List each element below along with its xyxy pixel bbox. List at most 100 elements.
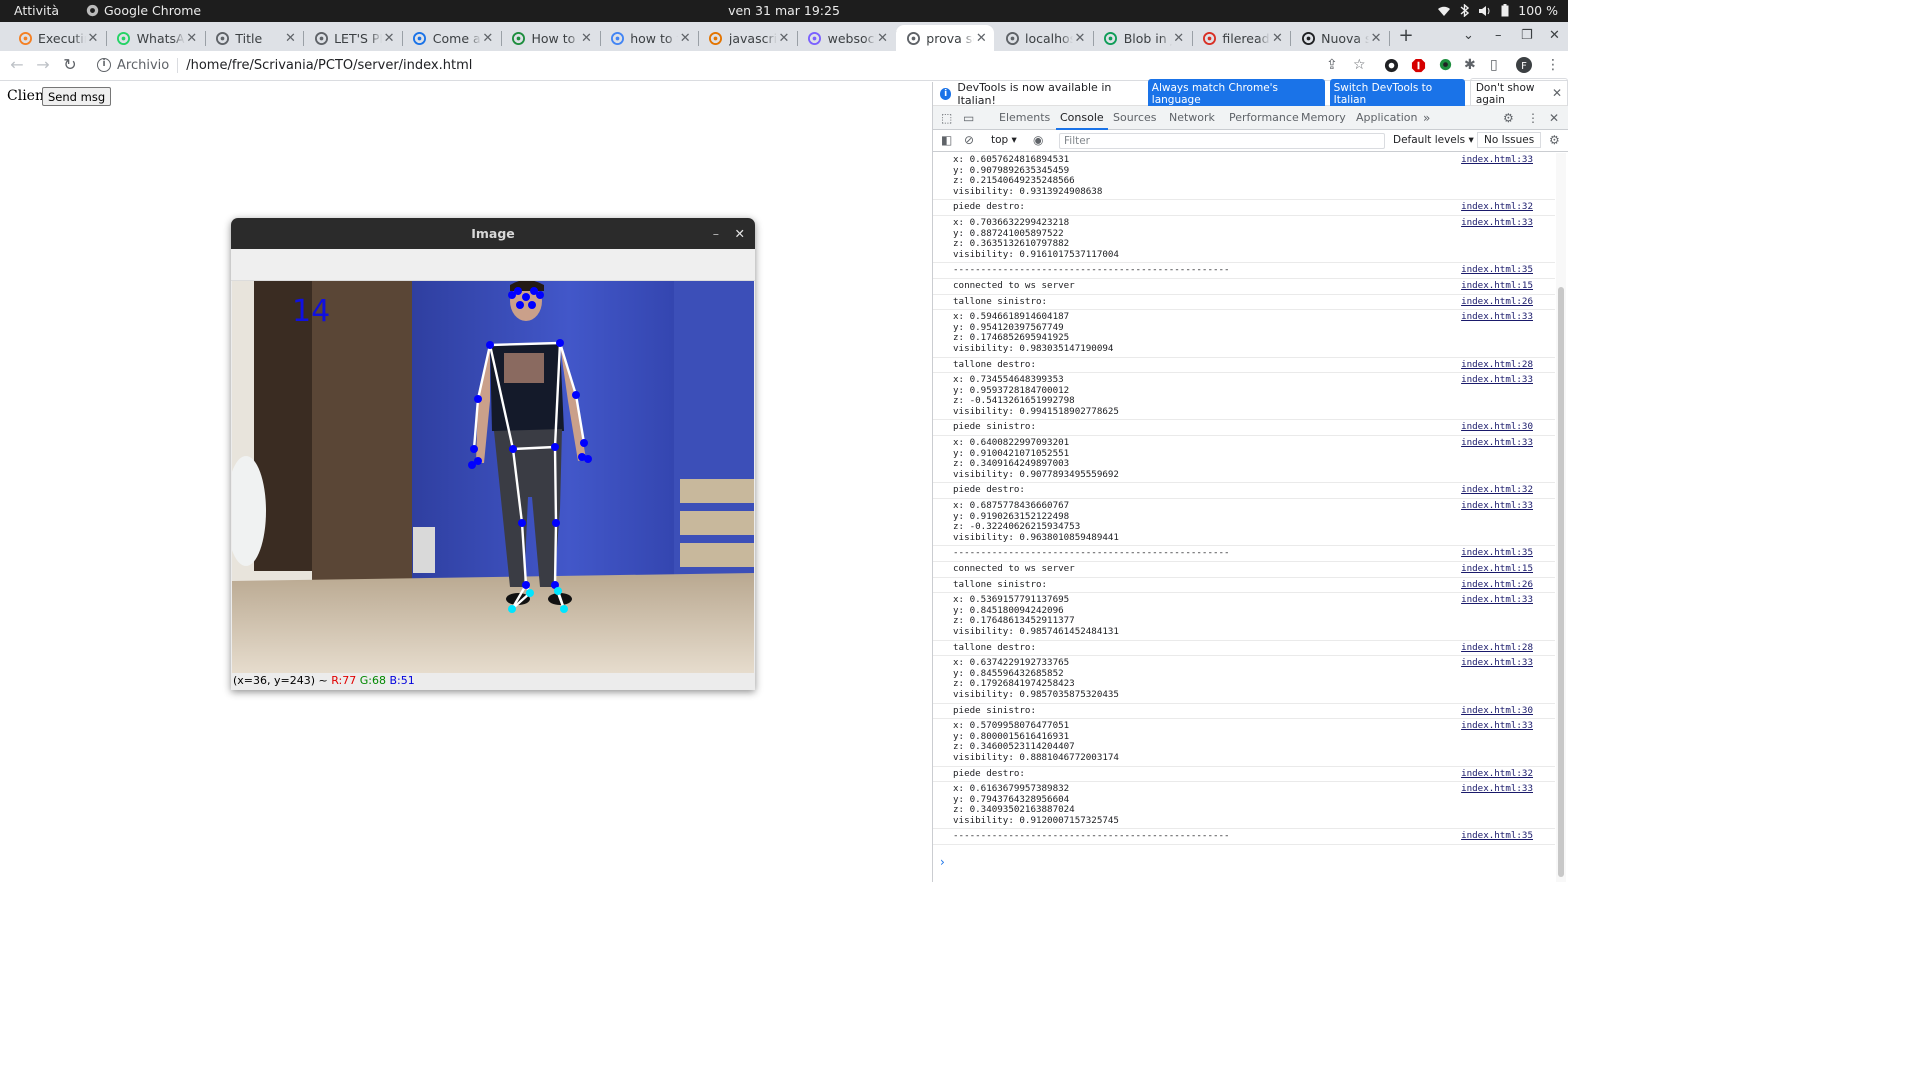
console-scrollbar[interactable] xyxy=(1556,153,1566,882)
tab-search-icon[interactable]: ⌄ xyxy=(1463,28,1474,43)
console-prompt-icon[interactable]: › xyxy=(940,855,945,869)
tab-2[interactable]: WhatsA ✕ xyxy=(107,25,206,51)
console-source-link[interactable]: index.html:15 xyxy=(1461,563,1533,575)
scrollbar-thumb[interactable] xyxy=(1558,287,1564,877)
vpn-extension-icon[interactable] xyxy=(1438,58,1453,73)
console-source-link[interactable]: index.html:26 xyxy=(1461,296,1533,308)
back-icon[interactable]: ← xyxy=(8,56,26,74)
tab-application[interactable]: Application xyxy=(1352,106,1421,130)
console-source-link[interactable]: index.html:35 xyxy=(1461,265,1533,276)
close-tab-icon[interactable]: ✕ xyxy=(678,31,692,46)
image-window-titlebar[interactable]: Image – ✕ xyxy=(231,218,755,249)
console-source-link[interactable]: index.html:33 xyxy=(1461,500,1533,512)
status-menu[interactable]: 100 % xyxy=(1437,3,1558,18)
tab-4[interactable]: LET'S PL ✕ xyxy=(304,25,404,51)
console-source-link[interactable]: index.html:30 xyxy=(1461,422,1533,433)
close-icon[interactable]: ✕ xyxy=(735,218,745,249)
tab-7[interactable]: how to f ✕ xyxy=(600,25,700,51)
profile-avatar[interactable]: F xyxy=(1515,56,1533,74)
console-output[interactable]: x: 0.6057624816894531 y: 0.90798926353454… xyxy=(933,153,1555,882)
tab-console[interactable]: Console xyxy=(1056,106,1108,130)
sidebar-toggle-icon[interactable]: ◧ xyxy=(941,133,952,147)
settings-gear-icon[interactable]: ⚙ xyxy=(1503,111,1514,125)
tab-14[interactable]: Nuova s ✕ xyxy=(1291,25,1391,51)
tab-13[interactable]: fileread ✕ xyxy=(1192,25,1292,51)
tab-12[interactable]: Blob in J ✕ xyxy=(1094,25,1193,51)
console-source-link[interactable]: index.html:33 xyxy=(1461,595,1533,606)
console-source-link[interactable]: index.html:35 xyxy=(1461,831,1533,842)
match-language-button[interactable]: Always match Chrome's language xyxy=(1147,78,1325,109)
forward-icon[interactable]: → xyxy=(34,56,52,74)
console-source-link[interactable]: index.html:26 xyxy=(1461,579,1533,591)
close-tab-icon[interactable]: ✕ xyxy=(580,31,594,46)
close-tab-icon[interactable]: ✕ xyxy=(876,31,890,46)
console-source-link[interactable]: index.html:32 xyxy=(1461,768,1533,780)
url-text[interactable]: /home/fre/Scrivania/PCTO/server/index.ht… xyxy=(186,58,472,73)
console-source-link[interactable]: index.html:33 xyxy=(1461,721,1533,732)
adblock-icon[interactable] xyxy=(1411,58,1426,73)
tab-11[interactable]: localhos ✕ xyxy=(995,25,1094,51)
console-source-link[interactable]: index.html:32 xyxy=(1461,485,1533,496)
console-source-link[interactable]: index.html:15 xyxy=(1461,280,1533,292)
inspect-element-icon[interactable]: ⬚ xyxy=(941,111,952,125)
console-source-link[interactable]: index.html:33 xyxy=(1461,437,1533,449)
live-expression-eye-icon[interactable]: ◉ xyxy=(1033,133,1043,147)
console-source-link[interactable]: index.html:35 xyxy=(1461,548,1533,559)
close-infobar-icon[interactable]: ✕ xyxy=(1552,86,1562,100)
image-window[interactable]: Image – ✕ 14 (x=36, y=243) ~ R:77 G:68 B… xyxy=(231,218,755,690)
site-info-icon[interactable]: i xyxy=(97,58,111,72)
share-icon[interactable]: ⇪ xyxy=(1326,57,1338,73)
side-panel-icon[interactable]: ▯ xyxy=(1490,57,1498,73)
menu-kebab-icon[interactable]: ⋮ xyxy=(1546,57,1560,73)
close-window-icon[interactable]: ✕ xyxy=(1549,28,1560,43)
restore-icon[interactable]: ❐ xyxy=(1521,28,1533,43)
tab-10[interactable]: prova sc ✕ xyxy=(896,25,995,51)
console-source-link[interactable]: index.html:33 xyxy=(1461,154,1533,166)
close-tab-icon[interactable]: ✕ xyxy=(382,31,396,46)
close-tab-icon[interactable]: ✕ xyxy=(481,31,495,46)
more-tabs-icon[interactable]: » xyxy=(1423,111,1430,125)
close-tab-icon[interactable]: ✕ xyxy=(86,31,100,46)
console-source-link[interactable]: index.html:30 xyxy=(1461,705,1533,717)
tab-network[interactable]: Network xyxy=(1165,106,1219,130)
tab-sources[interactable]: Sources xyxy=(1109,106,1161,130)
tab-6[interactable]: How to ✕ xyxy=(502,25,601,51)
console-filter-input[interactable]: Filter xyxy=(1059,133,1385,149)
context-selector[interactable]: top ▾ xyxy=(991,134,1017,146)
close-tab-icon[interactable]: ✕ xyxy=(1369,31,1383,46)
log-levels-dropdown[interactable]: Default levels ▾ xyxy=(1393,134,1474,146)
console-source-link[interactable]: index.html:33 xyxy=(1461,217,1533,229)
reload-icon[interactable]: ↻ xyxy=(61,56,79,74)
new-tab-button[interactable]: + xyxy=(1396,27,1416,45)
close-devtools-icon[interactable]: ✕ xyxy=(1549,111,1559,125)
tab-1[interactable]: Executin✕ xyxy=(8,25,107,51)
console-source-link[interactable]: index.html:32 xyxy=(1461,202,1533,213)
bookmark-star-icon[interactable]: ☆ xyxy=(1353,57,1366,73)
console-source-link[interactable]: index.html:33 xyxy=(1461,658,1533,669)
close-tab-icon[interactable]: ✕ xyxy=(777,31,791,46)
close-tab-icon[interactable]: ✕ xyxy=(1073,31,1087,46)
close-tab-icon[interactable]: ✕ xyxy=(185,31,199,46)
issues-counter[interactable]: No Issues xyxy=(1477,132,1542,148)
clear-console-icon[interactable]: ⊘ xyxy=(964,133,974,147)
device-toolbar-icon[interactable]: ▭ xyxy=(963,111,974,125)
minimize-icon[interactable]: – xyxy=(713,218,719,249)
console-source-link[interactable]: index.html:33 xyxy=(1461,374,1533,386)
extension-icon[interactable] xyxy=(1384,58,1399,73)
send-msg-button[interactable]: Send msg xyxy=(42,87,112,106)
console-source-link[interactable]: index.html:33 xyxy=(1461,783,1533,795)
console-source-link[interactable]: index.html:28 xyxy=(1461,359,1533,371)
console-settings-icon[interactable]: ⚙ xyxy=(1549,133,1560,147)
close-tab-icon[interactable]: ✕ xyxy=(1270,31,1284,46)
extensions-puzzle-icon[interactable]: ✱ xyxy=(1464,57,1476,73)
tab-3[interactable]: Title ✕ xyxy=(205,25,305,51)
tab-performance[interactable]: Performance xyxy=(1225,106,1303,130)
tab-5[interactable]: Come ac✕ xyxy=(403,25,502,51)
minimize-icon[interactable]: – xyxy=(1495,28,1502,43)
close-tab-icon[interactable]: ✕ xyxy=(974,31,988,46)
close-tab-icon[interactable]: ✕ xyxy=(1172,31,1186,46)
camera-frame[interactable]: 14 xyxy=(232,281,754,673)
tab-memory[interactable]: Memory xyxy=(1297,106,1350,130)
tab-8[interactable]: javascrip✕ xyxy=(699,25,798,51)
console-source-link[interactable]: index.html:28 xyxy=(1461,642,1533,654)
